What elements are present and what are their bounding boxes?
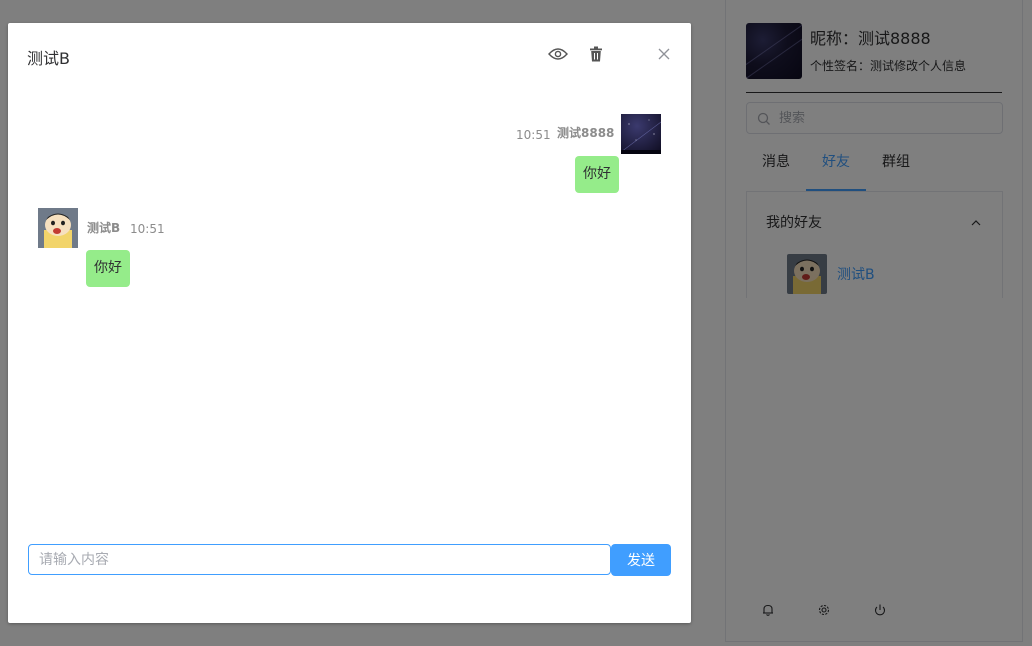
compose-bar: 发送 xyxy=(28,544,671,576)
message-sender: 测试8888 xyxy=(557,126,615,140)
message-list: 测试8888 10:51 你好 测试B 10:51 你好 xyxy=(8,103,691,533)
avatar xyxy=(621,114,661,154)
message-bubble: 你好 xyxy=(575,156,619,193)
chat-title: 测试B xyxy=(27,49,70,68)
chat-dialog: 测试B 测试8888 10:51 你好 测试B 10:51 你好 请输入内容 发… xyxy=(8,23,691,623)
avatar xyxy=(38,208,78,248)
message-bubble: 你好 xyxy=(86,250,130,287)
message-time: 10:51 xyxy=(516,128,551,142)
eye-icon[interactable] xyxy=(547,43,569,65)
send-button[interactable]: 发送 xyxy=(611,544,671,576)
message-input[interactable] xyxy=(28,544,611,575)
message-sender: 测试B xyxy=(87,221,121,235)
close-icon[interactable] xyxy=(653,43,675,65)
message-time: 10:51 xyxy=(130,222,165,236)
trash-icon[interactable] xyxy=(585,43,607,65)
